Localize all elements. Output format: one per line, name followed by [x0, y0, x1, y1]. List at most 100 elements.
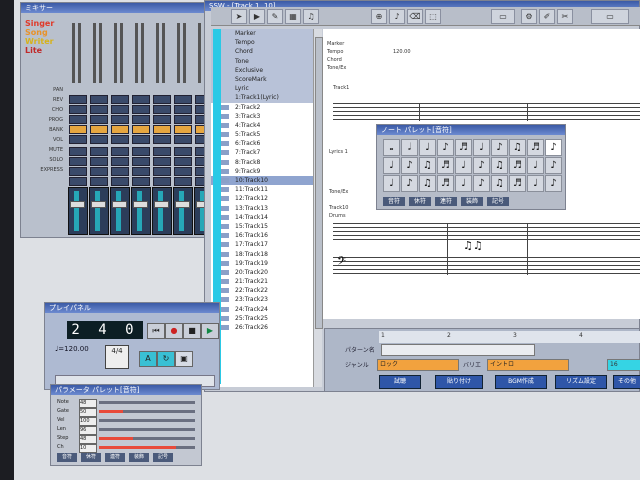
tab-tuplets[interactable]: 連符 — [105, 453, 125, 462]
mixer-knob[interactable] — [174, 95, 192, 104]
note-cell[interactable]: ♪ — [401, 157, 418, 174]
fader-handle[interactable] — [112, 201, 127, 208]
mixer-knob[interactable] — [132, 125, 150, 134]
mixer-knob[interactable] — [174, 157, 192, 166]
track-row[interactable]: 15:Track15 — [211, 222, 313, 231]
rewind-icon[interactable]: ⏮ — [147, 323, 165, 339]
tab-symbols[interactable]: 記号 — [153, 453, 173, 462]
rhythm-settings-button[interactable]: リズム設定 — [555, 375, 607, 389]
mixer-knob[interactable] — [69, 115, 87, 124]
record-icon[interactable]: ● — [165, 323, 183, 339]
note-cell[interactable]: ♬ — [509, 175, 526, 192]
tab-symbols[interactable]: 記号 — [487, 197, 509, 206]
header-row[interactable]: Lyric — [211, 84, 313, 94]
mixer-knob[interactable] — [69, 167, 87, 176]
track-row[interactable]: 21:Track21 — [211, 277, 313, 286]
track-row[interactable]: 18:Track18 — [211, 250, 313, 259]
tab-ornaments[interactable]: 装飾 — [129, 453, 149, 462]
note-cell[interactable]: ♪ — [491, 139, 508, 156]
parameter-slider[interactable] — [99, 419, 195, 422]
mixer-knob[interactable] — [174, 105, 192, 114]
track-row[interactable]: 7:Track7 — [211, 148, 313, 157]
parameter-value[interactable]: 48 — [79, 399, 97, 408]
play-icon[interactable]: ▶ — [201, 323, 219, 339]
mixer-knob[interactable] — [90, 167, 108, 176]
mixer-knob[interactable] — [90, 115, 108, 124]
bgm-create-button[interactable]: BGM作成 — [495, 375, 547, 389]
mixer-knob[interactable] — [132, 105, 150, 114]
staff-track1[interactable] — [333, 103, 640, 121]
note-cell[interactable]: ♩ — [473, 139, 490, 156]
track-row[interactable]: 8:Track8 — [211, 158, 313, 167]
note-cell[interactable]: ♩ — [527, 175, 544, 192]
mixer-knob[interactable] — [132, 95, 150, 104]
staff-track10-treble[interactable] — [333, 223, 640, 241]
fader-handle[interactable] — [154, 201, 169, 208]
mixer-knob[interactable] — [174, 125, 192, 134]
tab-notes[interactable]: 音符 — [57, 453, 77, 462]
mixer-knob[interactable] — [111, 177, 129, 186]
note-cell[interactable]: ♪ — [437, 139, 454, 156]
track-row[interactable]: 23:Track23 — [211, 295, 313, 304]
mixer-knob[interactable] — [153, 157, 171, 166]
score-icon[interactable]: ♫ — [303, 9, 319, 24]
header-row[interactable]: Exclusive — [211, 65, 313, 75]
zoom-icon[interactable]: ⊕ — [371, 9, 387, 24]
play-icon[interactable]: ▶ — [249, 9, 265, 24]
loop-icon[interactable]: ↻ — [157, 351, 175, 367]
mixer-knob[interactable] — [111, 167, 129, 176]
track-row[interactable]: 14:Track14 — [211, 213, 313, 222]
note-cell[interactable]: ♫ — [419, 175, 436, 192]
mixer-knob[interactable] — [174, 177, 192, 186]
field-icon[interactable]: ▭ — [491, 9, 515, 24]
track-row[interactable]: 6:Track6 — [211, 139, 313, 148]
note-cell[interactable]: ♩ — [527, 157, 544, 174]
header-row[interactable]: Tempo — [211, 38, 313, 48]
staff-track10-bass[interactable] — [333, 257, 640, 275]
note-cell[interactable]: ♪ — [545, 157, 562, 174]
note-cell[interactable]: ♩ — [383, 157, 400, 174]
parameter-value[interactable]: 10 — [79, 444, 97, 453]
mixer-knob[interactable] — [111, 115, 129, 124]
punch-icon[interactable]: ▣ — [175, 351, 193, 367]
scroll-thumb[interactable] — [315, 37, 323, 329]
note-cell[interactable]: ♩ — [383, 175, 400, 192]
tab-tuplets[interactable]: 連符 — [435, 197, 457, 206]
mixer-knob[interactable] — [111, 125, 129, 134]
parameter-value[interactable]: 100 — [79, 417, 97, 426]
note-cell[interactable]: ♫ — [491, 157, 508, 174]
mixer-knob[interactable] — [132, 167, 150, 176]
mixer-knob[interactable] — [174, 167, 192, 176]
settings-icon[interactable]: ⚙ — [521, 9, 537, 24]
mixer-knob[interactable] — [90, 177, 108, 186]
mixer-knob[interactable] — [153, 95, 171, 104]
track-row[interactable]: 5:Track5 — [211, 130, 313, 139]
track-row[interactable]: 22:Track22 — [211, 286, 313, 295]
header-row[interactable]: Tone — [211, 56, 313, 66]
note-cell[interactable]: 𝅗𝅥 — [401, 139, 418, 156]
mixer-knob[interactable] — [111, 135, 129, 144]
select-icon[interactable]: ⬚ — [425, 9, 441, 24]
note-cell[interactable]: ♩ — [455, 157, 472, 174]
track-row[interactable]: 13:Track13 — [211, 204, 313, 213]
fader-handle[interactable] — [133, 201, 148, 208]
note-cell[interactable]: ♬ — [437, 157, 454, 174]
note-cell[interactable]: ♪ — [473, 175, 490, 192]
track-row[interactable]: 25:Track25 — [211, 314, 313, 323]
note-cell[interactable]: ♫ — [419, 157, 436, 174]
note-cell[interactable]: ♫ — [509, 139, 526, 156]
mixer-knob[interactable] — [153, 125, 171, 134]
parameter-slider[interactable] — [99, 401, 195, 404]
mixer-knob[interactable] — [69, 135, 87, 144]
header-row[interactable]: Marker — [211, 29, 313, 39]
track-list-scrollbar[interactable] — [313, 29, 323, 387]
parameter-value[interactable]: 96 — [79, 426, 97, 435]
note-cell[interactable]: ♩ — [455, 175, 472, 192]
pencil-icon[interactable]: ✎ — [267, 9, 283, 24]
mixer-knob[interactable] — [111, 147, 129, 156]
track-row[interactable]: 2:Track2 — [211, 103, 313, 112]
note-cell[interactable]: ♪ — [473, 157, 490, 174]
tab-ornaments[interactable]: 装飾 — [461, 197, 483, 206]
parameter-slider[interactable] — [99, 428, 195, 431]
tab-rests[interactable]: 休符 — [81, 453, 101, 462]
